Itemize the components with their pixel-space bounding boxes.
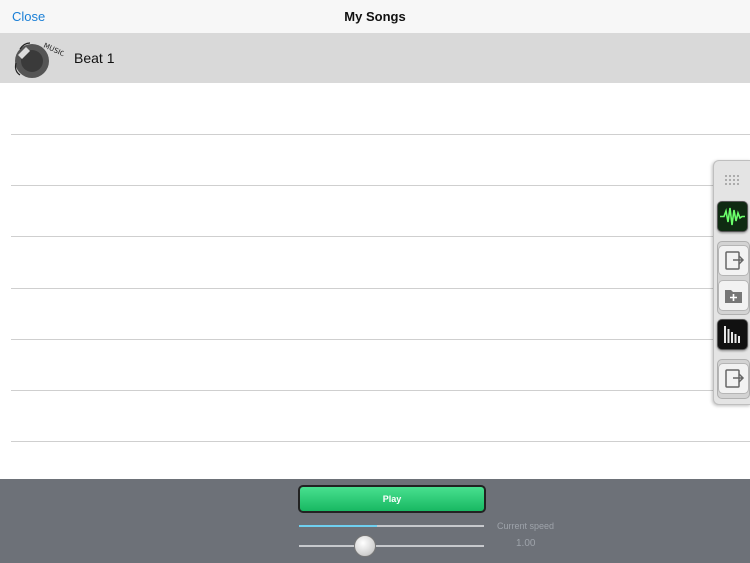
export-icon[interactable] <box>718 363 749 394</box>
page-title: My Songs <box>344 9 406 24</box>
side-toolbar <box>713 160 750 405</box>
row-divider <box>11 185 750 186</box>
export-icon[interactable] <box>718 245 749 276</box>
row-divider <box>11 288 750 289</box>
song-title: Beat 1 <box>74 50 115 66</box>
row-divider <box>11 134 750 135</box>
row-divider <box>11 236 750 237</box>
export-panel <box>717 359 750 399</box>
progress-fill <box>299 525 377 527</box>
play-button[interactable]: Play <box>298 485 486 513</box>
song-list-item[interactable]: MUSIC Beat 1 <box>0 33 750 83</box>
grip-icon[interactable] <box>717 165 748 196</box>
levels-icon[interactable] <box>717 319 748 350</box>
navigation-bar: Close My Songs <box>0 0 750 34</box>
music-disc-icon: MUSIC <box>14 42 64 78</box>
waveform-icon[interactable] <box>717 201 748 232</box>
row-divider <box>11 390 750 391</box>
speed-value: 1.00 <box>516 538 536 549</box>
row-divider <box>11 441 750 442</box>
add-folder-icon[interactable] <box>718 280 749 311</box>
file-actions-panel <box>717 241 750 315</box>
speed-label: Current speed <box>497 521 555 531</box>
speed-slider-thumb[interactable] <box>353 535 376 557</box>
speed-slider[interactable] <box>299 535 484 557</box>
row-divider <box>11 339 750 340</box>
progress-slider[interactable] <box>299 525 484 527</box>
